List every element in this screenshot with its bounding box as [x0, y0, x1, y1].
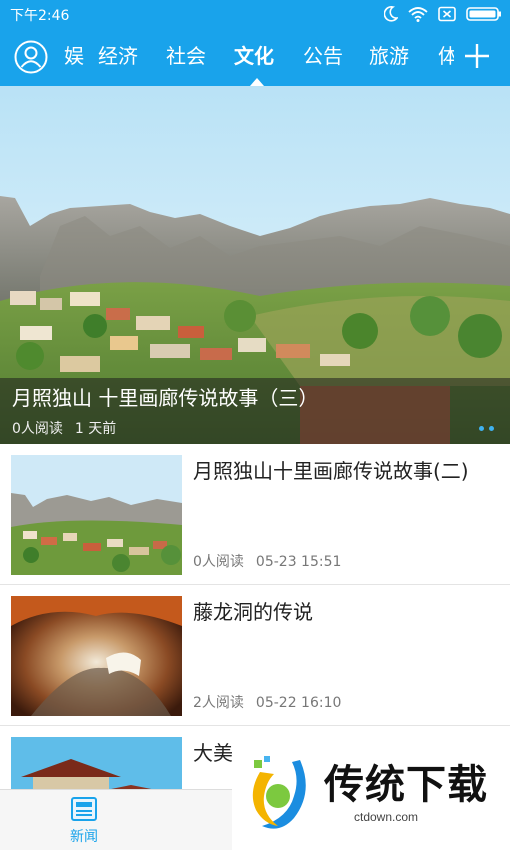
- tab-announcement[interactable]: 公告: [303, 41, 343, 71]
- carousel-indicator: [479, 426, 494, 431]
- active-tab-indicator: [250, 78, 264, 86]
- battery-icon: [466, 7, 501, 21]
- nav-news[interactable]: 新闻: [54, 790, 114, 850]
- article-thumbnail: [11, 596, 182, 716]
- article-meta: 2人阅读 05-22 16:10: [193, 692, 353, 712]
- tab-society[interactable]: 社会: [166, 41, 206, 71]
- article-time: 05-23 15:51: [255, 554, 342, 570]
- article-title[interactable]: 藤龙洞的传说: [193, 595, 493, 629]
- tab-entertainment[interactable]: 娱: [64, 41, 84, 71]
- banner-time: 1 天前: [74, 421, 117, 437]
- watermark: 传统下载 ctdown.com: [232, 742, 510, 850]
- moon-icon: [384, 6, 398, 22]
- article-item[interactable]: 月照独山十里画廊传说故事(二) 0人阅读 05-23 15:51: [0, 444, 510, 585]
- sim-icon: [438, 6, 456, 22]
- article-title[interactable]: 月照独山十里画廊传说故事(二): [193, 454, 493, 488]
- wifi-icon: [408, 7, 428, 22]
- category-tabs: 娱 经济 社会 文化 公告 旅游 体: [62, 28, 454, 86]
- carousel-dot[interactable]: [479, 426, 484, 431]
- tab-travel[interactable]: 旅游: [369, 41, 409, 71]
- status-time: 下午2:46: [10, 8, 70, 24]
- article-read-count: 0人阅读: [193, 554, 244, 570]
- banner-read-count: 0人阅读: [12, 421, 63, 437]
- banner-meta: 0人阅读 1 天前: [12, 418, 128, 438]
- watermark-logo: [252, 756, 306, 829]
- status-bar: 下午2:46: [0, 0, 510, 28]
- tab-economy[interactable]: 经济: [98, 41, 138, 71]
- tab-culture[interactable]: 文化: [234, 41, 274, 71]
- newspaper-icon: [71, 797, 97, 821]
- article-item[interactable]: 藤龙洞的传说 2人阅读 05-22 16:10: [0, 585, 510, 726]
- banner-title[interactable]: 月照独山 十里画廊传说故事（三）: [12, 382, 318, 411]
- article-time: 05-22 16:10: [255, 695, 342, 711]
- article-meta: 0人阅读 05-23 15:51: [193, 551, 353, 571]
- article-read-count: 2人阅读: [193, 695, 244, 711]
- nav-news-label: 新闻: [70, 829, 98, 845]
- watermark-text: 传统下载: [324, 762, 488, 808]
- article-thumbnail: [11, 455, 182, 575]
- watermark-subtext: ctdown.com: [354, 810, 419, 824]
- featured-banner[interactable]: 月照独山 十里画廊传说故事（三） 0人阅读 1 天前: [0, 86, 510, 444]
- tab-sports[interactable]: 体: [438, 41, 454, 71]
- carousel-dot[interactable]: [489, 426, 494, 431]
- status-icons: [384, 4, 502, 24]
- plus-icon[interactable]: [462, 40, 492, 72]
- user-icon[interactable]: [14, 40, 48, 74]
- top-nav-bar: 娱 经济 社会 文化 公告 旅游 体: [0, 28, 510, 86]
